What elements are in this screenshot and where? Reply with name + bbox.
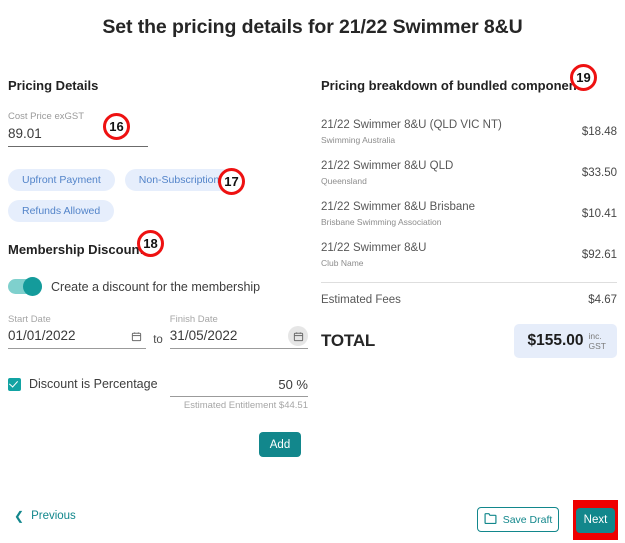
- annotation-marker-17: 17: [218, 168, 245, 195]
- save-draft-button[interactable]: Save Draft: [477, 507, 559, 532]
- component-price: $18.48: [581, 126, 617, 138]
- finish-date-label: Finish Date: [169, 314, 218, 325]
- discount-is-percentage-checkbox-row[interactable]: Discount is Percentage: [8, 376, 170, 391]
- save-draft-label: Save Draft: [502, 513, 553, 526]
- finish-date-input[interactable]: 31/05/2022: [170, 326, 238, 346]
- pricing-attribute-chips: Upfront Payment Non-Subscription Refunds…: [8, 169, 238, 222]
- table-row: 21/22 Swimmer 8&U (QLD VIC NT) Swimming …: [321, 112, 617, 153]
- start-date-field[interactable]: Start Date 01/01/2022: [8, 314, 147, 349]
- table-row: 21/22 Swimmer 8&U Club Name $92.61: [321, 235, 617, 276]
- next-button-highlight: Next: [573, 500, 618, 540]
- component-name: 21/22 Swimmer 8&U QLD: [321, 160, 454, 172]
- annotation-marker-18: 18: [137, 230, 164, 257]
- create-discount-toggle[interactable]: [8, 277, 42, 296]
- chip-upfront-payment[interactable]: Upfront Payment: [8, 169, 115, 191]
- add-discount-button[interactable]: Add: [259, 432, 301, 457]
- total-gst-line2: GST: [588, 341, 606, 351]
- annotation-marker-16: 16: [103, 113, 130, 140]
- table-row: 21/22 Swimmer 8&U QLD Queensland $33.50: [321, 153, 617, 194]
- component-org: Queensland: [321, 176, 367, 186]
- finish-date-calendar-icon[interactable]: [288, 326, 308, 346]
- start-date-underline: [8, 348, 147, 349]
- total-label: TOTAL: [321, 331, 376, 350]
- estimated-entitlement-hint: Estimated Entitlement $44.51: [183, 400, 308, 411]
- discount-percentage-row: Discount is Percentage 50 % Estimated En…: [8, 376, 308, 411]
- component-name: 21/22 Swimmer 8&U: [321, 242, 427, 254]
- component-price: $10.41: [581, 208, 617, 220]
- component-price: $33.50: [581, 167, 617, 179]
- chip-refunds-allowed[interactable]: Refunds Allowed: [8, 200, 115, 222]
- estimated-fees-label: Estimated Fees: [321, 294, 401, 306]
- estimated-fees-row: Estimated Fees $4.67: [321, 283, 617, 306]
- pricing-details-page: Set the pricing details for 21/22 Swimme…: [0, 0, 625, 543]
- total-amount: $155.00: [527, 332, 584, 349]
- discount-percentage-field[interactable]: 50 % Estimated Entitlement $44.51: [170, 376, 308, 411]
- total-gst-line1: inc.: [588, 331, 602, 341]
- table-row: 21/22 Swimmer 8&U Brisbane Brisbane Swim…: [321, 194, 617, 235]
- bundled-components-list: 21/22 Swimmer 8&U (QLD VIC NT) Swimming …: [321, 112, 617, 276]
- create-discount-label: Create a discount for the membership: [51, 279, 261, 294]
- component-org: Swimming Australia: [321, 135, 396, 145]
- page-title: Set the pricing details for 21/22 Swimme…: [102, 16, 523, 38]
- component-name: 21/22 Swimmer 8&U (QLD VIC NT): [321, 119, 502, 131]
- create-discount-toggle-row[interactable]: Create a discount for the membership: [8, 277, 308, 296]
- cost-price-underline: [8, 146, 148, 147]
- total-badge: $155.00 inc. GST: [514, 324, 617, 358]
- discount-is-percentage-checkbox[interactable]: [8, 377, 21, 391]
- folder-icon: [484, 512, 497, 527]
- previous-button[interactable]: ❮ Previous: [14, 510, 76, 522]
- component-price: $92.61: [581, 249, 617, 261]
- date-range-separator: to: [153, 334, 163, 346]
- previous-button-label: Previous: [31, 510, 76, 522]
- discount-is-percentage-label: Discount is Percentage: [29, 377, 158, 391]
- pricing-details-heading: Pricing Details: [8, 78, 99, 93]
- component-org: Club Name: [321, 258, 364, 268]
- annotation-marker-19: 19: [570, 64, 597, 91]
- start-date-label: Start Date: [8, 314, 51, 325]
- component-org: Brisbane Swimming Association: [321, 217, 442, 227]
- toggle-knob: [23, 277, 42, 296]
- next-button[interactable]: Next: [576, 507, 615, 533]
- finish-date-underline: [169, 348, 308, 349]
- start-date-input[interactable]: 01/01/2022: [8, 326, 76, 346]
- discount-percentage-input[interactable]: 50 %: [170, 376, 308, 394]
- finish-date-field[interactable]: Finish Date 31/05/2022: [169, 314, 308, 349]
- chevron-left-icon: ❮: [14, 509, 25, 523]
- discount-date-range: Start Date 01/01/2022 to Finish Date 31/…: [8, 314, 308, 349]
- pricing-breakdown-column: Pricing breakdown of bundled components …: [321, 78, 617, 358]
- total-row: TOTAL $155.00 inc. GST: [321, 324, 617, 358]
- estimated-fees-value: $4.67: [588, 294, 617, 306]
- start-date-calendar-icon[interactable]: [126, 326, 146, 346]
- component-name: 21/22 Swimmer 8&U Brisbane: [321, 201, 476, 213]
